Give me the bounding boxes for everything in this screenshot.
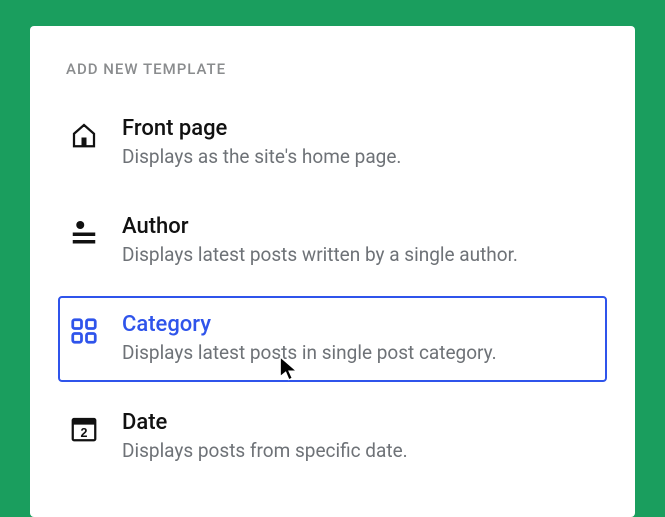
template-desc: Displays posts from specific date. (122, 438, 595, 464)
svg-text:2: 2 (81, 426, 88, 440)
panel-heading: ADD NEW TEMPLATE (58, 60, 607, 78)
template-option-author[interactable]: Author Displays latest posts written by … (58, 198, 607, 284)
template-title: Date (122, 410, 595, 436)
template-title: Front page (122, 116, 595, 142)
category-icon (66, 312, 102, 346)
add-template-panel: ADD NEW TEMPLATE Front page Displays as … (30, 26, 635, 517)
template-option-date[interactable]: 2 Date Displays posts from specific date… (58, 394, 607, 480)
template-desc: Displays latest posts written by a singl… (122, 242, 595, 268)
template-desc: Displays as the site's home page. (122, 144, 595, 170)
home-icon (66, 116, 102, 150)
template-option-front-page[interactable]: Front page Displays as the site's home p… (58, 100, 607, 186)
template-option-category[interactable]: Category Displays latest posts in single… (58, 296, 607, 382)
template-title: Author (122, 214, 595, 240)
template-desc: Displays latest posts in single post cat… (122, 340, 595, 366)
author-icon (66, 214, 102, 252)
calendar-icon: 2 (66, 410, 102, 444)
template-title: Category (122, 312, 595, 338)
